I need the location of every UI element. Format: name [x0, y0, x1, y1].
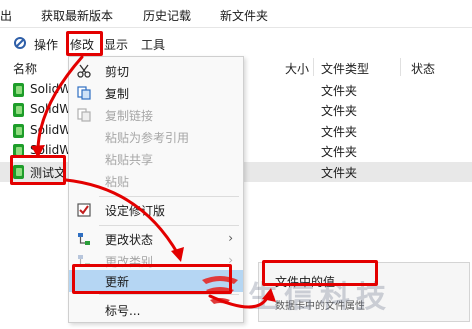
menu-item-paste[interactable]: 粘贴 — [69, 170, 243, 192]
menu-item-label: 复制链接 — [105, 109, 154, 123]
copy-icon — [77, 86, 91, 100]
column-divider[interactable] — [400, 58, 401, 76]
checkbox-icon — [77, 203, 91, 217]
row-name: SolidW — [30, 123, 72, 137]
menu-item-paste-reference[interactable]: 粘贴为参考引用 — [69, 126, 243, 148]
folder-icon — [13, 103, 24, 117]
menu-separator — [99, 196, 239, 197]
operate-icon — [14, 37, 26, 49]
copy-link-icon — [77, 108, 91, 122]
menu-item-copy[interactable]: 复制 — [69, 82, 243, 104]
tab-checkout[interactable]: 出 — [0, 7, 12, 24]
menu-display[interactable]: 显示 — [104, 36, 128, 53]
tab-new-folder[interactable]: 新文件夹 — [220, 7, 268, 24]
menu-item-label: 设定修订版 — [105, 204, 166, 218]
highlight-submenu-item — [262, 260, 378, 286]
folder-icon — [13, 124, 24, 138]
highlight-modify-menu — [66, 31, 103, 56]
menu-item-label: 粘贴 — [105, 175, 130, 189]
column-divider[interactable] — [313, 58, 314, 76]
tab-get-latest[interactable]: 获取最新版本 — [41, 7, 113, 24]
row-type: 文件夹 — [321, 166, 358, 180]
menu-operate[interactable]: 操作 — [34, 36, 58, 53]
highlight-update-item — [72, 264, 232, 294]
row-type: 文件夹 — [321, 84, 358, 98]
highlight-selected-folder — [10, 155, 66, 185]
column-name[interactable]: 名称 — [13, 60, 37, 77]
menu-separator — [99, 225, 239, 226]
column-type[interactable]: 文件类型 — [321, 60, 369, 77]
chevron-right-icon: › — [228, 231, 233, 245]
workflow-icon — [78, 233, 90, 245]
row-type: 文件夹 — [321, 104, 358, 118]
scissors-icon — [77, 64, 91, 78]
menu-item-paste-share[interactable]: 粘贴共享 — [69, 148, 243, 170]
menu-item-label: 更改状态 — [105, 233, 154, 247]
row-name: SolidW — [30, 82, 72, 96]
menu-item-label: 剪切 — [105, 65, 130, 79]
row-type: 文件夹 — [321, 145, 358, 159]
row-name: SolidW — [30, 102, 72, 116]
column-status[interactable]: 状态 — [411, 60, 435, 77]
column-size[interactable]: 大小 — [285, 60, 309, 77]
menu-item-cut[interactable]: 剪切 — [69, 60, 243, 82]
menu-tools[interactable]: 工具 — [141, 36, 165, 53]
top-tab-bar: 出 获取最新版本 历史记载 新文件夹 — [0, 0, 472, 28]
menu-item-label: 标号... — [105, 304, 141, 318]
tab-history[interactable]: 历史记载 — [143, 7, 191, 24]
row-type: 文件夹 — [321, 125, 358, 139]
menu-item-change-state[interactable]: 更改状态 › — [69, 228, 243, 250]
menu-item-label: 复制 — [105, 87, 130, 101]
menu-item-label: 粘贴为参考引用 — [105, 131, 190, 145]
menu-item-copy-link[interactable]: 复制链接 — [69, 104, 243, 126]
folder-icon — [13, 83, 24, 97]
menu-item-label: 粘贴共享 — [105, 153, 154, 167]
menu-item-set-revision[interactable]: 设定修订版 — [69, 199, 243, 221]
